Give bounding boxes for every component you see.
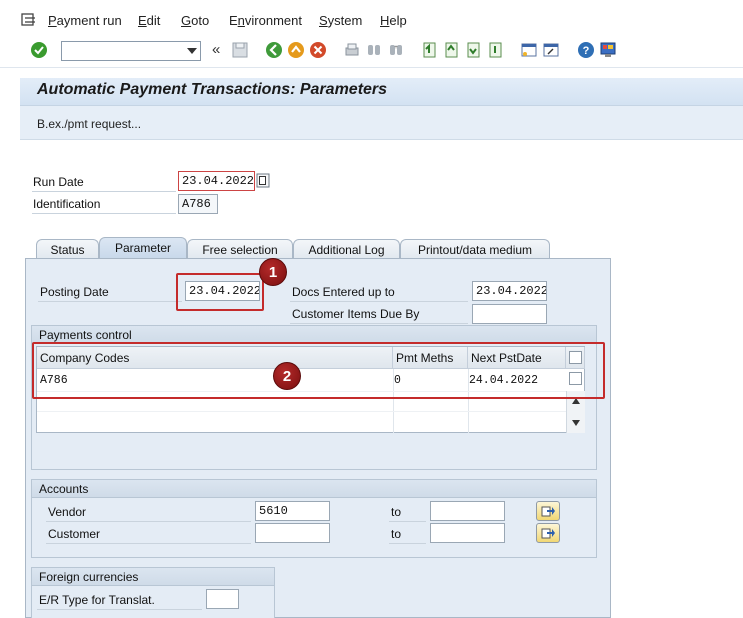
customer-to-underline — [389, 543, 426, 544]
svg-text:+: + — [394, 45, 398, 51]
collapse-toolbar-icon[interactable]: « — [212, 41, 220, 58]
enter-check-icon[interactable] — [30, 41, 48, 59]
find-next-icon[interactable]: + — [387, 41, 405, 59]
customer-label: Customer — [48, 527, 101, 541]
posting-date-underline — [38, 301, 182, 302]
multiple-selection-icon — [541, 528, 555, 539]
vendor-multiple-selection-button[interactable] — [536, 501, 560, 521]
highlight-box-payments-table — [32, 342, 605, 399]
annotation-marker-2: 2 — [273, 362, 301, 390]
vendor-label: Vendor — [48, 505, 87, 519]
tab-free-selection[interactable]: Free selection — [187, 239, 293, 259]
tab-status[interactable]: Status — [36, 239, 99, 259]
customer-underline — [46, 543, 251, 544]
customer-multiple-selection-button[interactable] — [536, 523, 560, 543]
docs-entered-field[interactable]: 23.04.2022 — [472, 281, 547, 301]
run-date-field[interactable]: 23.04.2022 — [178, 171, 255, 191]
identification-field: A786 — [178, 194, 218, 214]
tab-printout-data-medium[interactable]: Printout/data medium — [400, 239, 550, 259]
annotation-marker-1: 1 — [259, 258, 287, 286]
customer-items-label: Customer Items Due By — [292, 307, 420, 321]
find-icon[interactable] — [365, 41, 383, 59]
customer-to-label: to — [391, 527, 402, 541]
first-page-icon[interactable] — [420, 41, 438, 59]
highlight-box-posting-date — [176, 273, 264, 311]
page-title: Automatic Payment Transactions: Paramete… — [37, 81, 388, 98]
bex-payment-request-button[interactable]: B.ex./pmt request... — [37, 117, 141, 131]
calendar-icon[interactable] — [256, 172, 270, 188]
menu-environment[interactable]: Environment — [229, 13, 302, 28]
docs-entered-label: Docs Entered up to — [292, 285, 395, 299]
identification-label: Identification — [33, 197, 101, 211]
create-session-icon[interactable] — [520, 41, 538, 59]
tab-parameter[interactable]: Parameter — [99, 237, 187, 259]
customer-items-field[interactable] — [472, 304, 547, 324]
multiple-selection-icon — [541, 506, 555, 517]
menu-icon[interactable] — [20, 13, 38, 27]
vendor-to-field[interactable] — [430, 501, 505, 521]
shortcut-icon[interactable] — [542, 41, 560, 59]
menu-goto[interactable]: Goto — [181, 13, 209, 28]
cancel-icon[interactable] — [309, 41, 327, 59]
help-icon[interactable]: ? — [577, 41, 595, 59]
er-type-field[interactable] — [206, 589, 239, 609]
last-page-icon[interactable] — [486, 41, 504, 59]
foreign-currencies-title: Foreign currencies — [32, 568, 274, 586]
svg-text:?: ? — [583, 45, 590, 57]
scroll-down-icon[interactable] — [571, 419, 581, 427]
customer-items-underline — [290, 323, 468, 324]
row-divider-2 — [37, 411, 566, 412]
run-date-label: Run Date — [33, 175, 84, 189]
vendor-from-field[interactable]: 5610 — [255, 501, 330, 521]
back-icon[interactable] — [265, 41, 283, 59]
accounts-title: Accounts — [32, 480, 596, 498]
tab-additional-log[interactable]: Additional Log — [293, 239, 400, 259]
print-icon[interactable] — [343, 41, 361, 59]
menu-system[interactable]: System — [319, 13, 362, 28]
chevron-down-icon[interactable] — [187, 48, 197, 54]
save-icon[interactable] — [231, 41, 249, 59]
posting-date-label: Posting Date — [40, 285, 109, 299]
vendor-underline — [46, 521, 251, 522]
vendor-to-underline — [389, 521, 426, 522]
identification-underline — [32, 213, 176, 214]
next-page-icon[interactable] — [464, 41, 482, 59]
previous-page-icon[interactable] — [442, 41, 460, 59]
docs-entered-underline — [290, 301, 468, 302]
customer-to-field[interactable] — [430, 523, 505, 543]
menu-payment-run[interactable]: Payment run — [48, 13, 122, 28]
er-type-label: E/R Type for Translat. — [39, 593, 155, 607]
layout-menu-icon[interactable] — [599, 41, 617, 59]
vendor-to-label: to — [391, 505, 402, 519]
command-field[interactable] — [61, 41, 201, 61]
customer-from-field[interactable] — [255, 523, 330, 543]
menu-help[interactable]: Help — [380, 13, 407, 28]
exit-icon[interactable] — [287, 41, 305, 59]
run-date-underline — [32, 191, 176, 192]
menu-edit[interactable]: Edit — [138, 13, 160, 28]
er-type-underline — [37, 609, 202, 610]
